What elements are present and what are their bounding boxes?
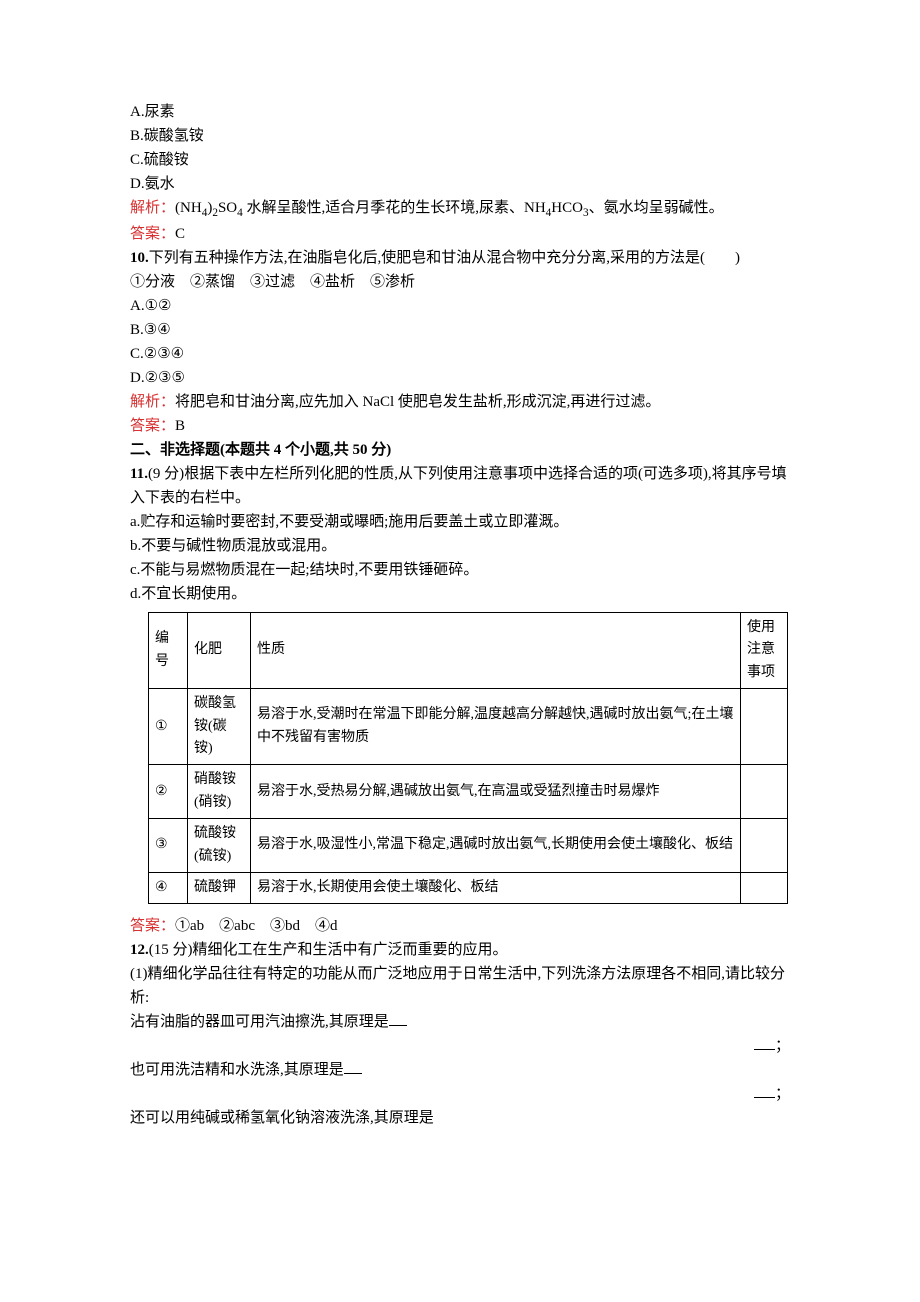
- q11-opt-b: b.不要与碱性物质混放或混用。: [130, 534, 790, 558]
- q10-opt-b: B.③④: [130, 318, 790, 342]
- q10-number: 10.: [130, 250, 149, 266]
- cell-note[interactable]: [741, 689, 788, 765]
- q11-opt-c: c.不能与易燃物质混在一起;结块时,不要用铁锤砸碎。: [130, 558, 790, 582]
- q11-opt-d: d.不宜长期使用。: [130, 582, 790, 606]
- fill-blank[interactable]: [754, 1036, 775, 1051]
- q12-blank1-end: ；: [130, 1034, 790, 1058]
- q12-blank2-prompt: 也可用洗洁精和水洗涤,其原理是: [130, 1058, 790, 1082]
- q12-blank3-prompt: 还可以用纯碱或稀氢氧化钠溶液洗涤,其原理是: [130, 1106, 790, 1130]
- table-row: ③ 硫酸铵(硫铵) 易溶于水,吸湿性小,常温下稳定,遇碱时放出氨气,长期使用会使…: [149, 819, 788, 873]
- cell-name: 硫酸铵(硫铵): [188, 819, 251, 873]
- cell-prop: 易溶于水,长期使用会使土壤酸化、板结: [251, 872, 741, 903]
- answer-label: 答案：: [130, 918, 175, 934]
- cell-prop: 易溶于水,吸湿性小,常温下稳定,遇碱时放出氨气,长期使用会使土壤酸化、板结: [251, 819, 741, 873]
- fill-blank[interactable]: [754, 1084, 775, 1099]
- cell-name: 硝酸铵(硝铵): [188, 765, 251, 819]
- table-row: ① 碳酸氢铵(碳铵) 易溶于水,受潮时在常温下即能分解,温度越高分解越快,遇碱时…: [149, 689, 788, 765]
- answer-label: 答案：: [130, 226, 175, 242]
- cell-prop: 易溶于水,受潮时在常温下即能分解,温度越高分解越快,遇碱时放出氨气;在土壤中不残…: [251, 689, 741, 765]
- q12-number: 12.: [130, 942, 149, 958]
- answer-label: 答案：: [130, 418, 175, 434]
- cell-name: 碳酸氢铵(碳铵): [188, 689, 251, 765]
- q10-answer: 答案：B: [130, 414, 790, 438]
- cell-num: ④: [149, 872, 188, 903]
- col-note: 使用注意事项: [741, 613, 788, 689]
- q10-opt-a: A.①②: [130, 294, 790, 318]
- q9-opt-c: C.硫酸铵: [130, 148, 790, 172]
- q12-blank2-end: ；: [130, 1082, 790, 1106]
- q11-opt-a: a.贮存和运输时要密封,不要受潮或曝晒;施用后要盖土或立即灌溉。: [130, 510, 790, 534]
- q9-answer: 答案：C: [130, 222, 790, 246]
- cell-name: 硫酸钾: [188, 872, 251, 903]
- cell-prop: 易溶于水,受热易分解,遇碱放出氨气,在高温或受猛烈撞击时易爆炸: [251, 765, 741, 819]
- q10-analysis: 解析：将肥皂和甘油分离,应先加入 NaCl 使肥皂发生盐析,形成沉淀,再进行过滤…: [130, 390, 790, 414]
- q9-opt-a: A.尿素: [130, 100, 790, 124]
- cell-note[interactable]: [741, 765, 788, 819]
- cell-note[interactable]: [741, 872, 788, 903]
- col-name: 化肥: [188, 613, 251, 689]
- cell-note[interactable]: [741, 819, 788, 873]
- table-row: ② 硝酸铵(硝铵) 易溶于水,受热易分解,遇碱放出氨气,在高温或受猛烈撞击时易爆…: [149, 765, 788, 819]
- cell-num: ③: [149, 819, 188, 873]
- q11-answer: 答案：①ab ②abc ③bd ④d: [130, 914, 790, 938]
- table-header-row: 编号 化肥 性质 使用注意事项: [149, 613, 788, 689]
- cell-num: ②: [149, 765, 188, 819]
- cell-num: ①: [149, 689, 188, 765]
- q11-number: 11.: [130, 466, 148, 482]
- analysis-label: 解析：: [130, 200, 175, 216]
- analysis-label: 解析：: [130, 394, 175, 410]
- fertilizer-table: 编号 化肥 性质 使用注意事项 ① 碳酸氢铵(碳铵) 易溶于水,受潮时在常温下即…: [148, 612, 788, 904]
- q9-opt-b: B.碳酸氢铵: [130, 124, 790, 148]
- q9-analysis: 解析：(NH4)2SO4 水解呈酸性,适合月季花的生长环境,尿素、NH4HCO3…: [130, 196, 790, 222]
- q10-opt-d: D.②③⑤: [130, 366, 790, 390]
- section2-heading: 二、非选择题(本题共 4 个小题,共 50 分): [130, 438, 790, 462]
- q12-part1: (1)精细化学品往往有特定的功能从而广泛地应用于日常生活中,下列洗涤方法原理各不…: [130, 962, 790, 1010]
- q11-stem: 11.(9 分)根据下表中左栏所列化肥的性质,从下列使用注意事项中选择合适的项(…: [130, 462, 790, 510]
- col-property: 性质: [251, 613, 741, 689]
- q10-opt-c: C.②③④: [130, 342, 790, 366]
- q12-stem: 12.(15 分)精细化工在生产和生活中有广泛而重要的应用。: [130, 938, 790, 962]
- table-row: ④ 硫酸钾 易溶于水,长期使用会使土壤酸化、板结: [149, 872, 788, 903]
- q10-stem: 10.下列有五种操作方法,在油脂皂化后,使肥皂和甘油从混合物中充分分离,采用的方…: [130, 246, 790, 270]
- q12-blank1-prompt: 沾有油脂的器皿可用汽油擦洗,其原理是: [130, 1010, 790, 1034]
- q10-methods: ①分液 ②蒸馏 ③过滤 ④盐析 ⑤渗析: [130, 270, 790, 294]
- q9-opt-d: D.氨水: [130, 172, 790, 196]
- fill-blank[interactable]: [344, 1060, 362, 1075]
- col-number: 编号: [149, 613, 188, 689]
- fill-blank[interactable]: [389, 1012, 407, 1027]
